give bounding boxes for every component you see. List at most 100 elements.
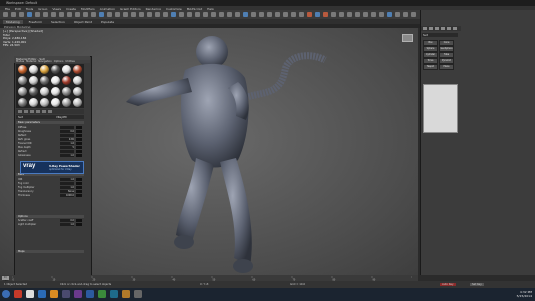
ribbon-tab[interactable]: Populate (98, 20, 117, 24)
taskbar-app-icon-3[interactable] (38, 290, 46, 298)
toolbar-button-icon[interactable] (139, 12, 144, 17)
map-slot-button[interactable] (76, 182, 82, 185)
map-slot-button[interactable] (76, 194, 82, 197)
coordinate-display[interactable]: X: Y: Z: (200, 283, 209, 286)
toolbar-button-icon[interactable] (11, 12, 16, 17)
toolbar-button-icon[interactable] (19, 12, 24, 17)
taskbar-app-icon-5[interactable] (62, 290, 70, 298)
toolbar-button-icon[interactable] (379, 12, 384, 17)
object-type-button[interactable]: Plane (439, 64, 454, 70)
ribbon-tab[interactable]: Selection (48, 20, 68, 24)
toolbar-button-icon[interactable] (307, 12, 312, 17)
sample-slot[interactable] (29, 87, 38, 96)
toolbar-button-icon[interactable] (387, 12, 392, 17)
toolbar-button-icon[interactable] (347, 12, 352, 17)
sample-slot[interactable] (18, 65, 27, 74)
toolbar-button-icon[interactable] (219, 12, 224, 17)
toolbar-button-icon[interactable] (43, 12, 48, 17)
parameter-value[interactable]: 1.6 (60, 178, 74, 181)
map-slot-button[interactable] (76, 219, 82, 222)
toolbar-button-icon[interactable] (291, 12, 296, 17)
parameter-value[interactable] (60, 150, 74, 153)
map-slot-button[interactable] (76, 154, 82, 157)
taskbar-app-icon-6[interactable] (74, 290, 82, 298)
toolbar-button-icon[interactable] (315, 12, 320, 17)
toolbar-button-icon[interactable] (395, 12, 400, 17)
toolbar-button-icon[interactable] (411, 12, 416, 17)
taskbar-app-icon-8[interactable] (98, 290, 106, 298)
parameter-value[interactable]: 0.0 (60, 219, 74, 222)
parameter-value[interactable]: 1.6 (60, 142, 74, 145)
sample-slot[interactable] (18, 76, 27, 85)
start-button-icon[interactable] (2, 290, 10, 298)
parameter-value[interactable]: 5 (60, 146, 74, 149)
parameter-value[interactable] (60, 134, 74, 137)
map-slot-button[interactable] (76, 146, 82, 149)
sample-slot[interactable] (29, 98, 38, 107)
display-tab-icon[interactable] (447, 27, 451, 30)
rollout-header[interactable]: Maps (16, 250, 84, 253)
map-slot-button[interactable] (76, 190, 82, 193)
sample-slot[interactable] (62, 98, 71, 107)
taskbar-app-icon-2[interactable] (26, 290, 34, 298)
viewcube-icon[interactable] (402, 34, 413, 42)
toolbar-button-icon[interactable] (3, 12, 8, 17)
parameter-value[interactable]: 1.0 (60, 154, 74, 157)
toolbar-button-icon[interactable] (51, 12, 56, 17)
sample-slot[interactable] (29, 76, 38, 85)
toolbar-button-icon[interactable] (235, 12, 240, 17)
material-editor-menu-item[interactable]: Material (26, 60, 36, 63)
toolbar-button-icon[interactable] (99, 12, 104, 17)
utilities-tab-icon[interactable] (453, 27, 457, 30)
toolbar-button-icon[interactable] (227, 12, 232, 17)
toolbar-button-icon[interactable] (363, 12, 368, 17)
sample-slot[interactable] (73, 98, 82, 107)
toolbar-button-icon[interactable] (355, 12, 360, 17)
time-slider-handle[interactable]: 0 / 100 (2, 276, 9, 283)
create-tab-icon[interactable] (423, 27, 427, 30)
map-slot-button[interactable] (76, 130, 82, 133)
sample-slot[interactable] (40, 87, 49, 96)
map-slot-button[interactable] (76, 142, 82, 145)
taskbar-app-icon-11[interactable] (134, 290, 142, 298)
sample-slot[interactable] (29, 65, 38, 74)
sample-slot[interactable] (73, 65, 82, 74)
material-name-field[interactable]: Suit (18, 116, 23, 119)
sample-slot[interactable] (40, 76, 49, 85)
toolbar-button-icon[interactable] (203, 12, 208, 17)
toolbar-button-icon[interactable] (371, 12, 376, 17)
modify-tab-icon[interactable] (429, 27, 433, 30)
toolbar-button-icon[interactable] (107, 12, 112, 17)
sample-slot[interactable] (62, 65, 71, 74)
sample-slot[interactable] (18, 87, 27, 96)
sample-slot[interactable] (73, 76, 82, 85)
taskbar-app-icon-4[interactable] (50, 290, 58, 298)
toolbar-button-icon[interactable] (147, 12, 152, 17)
toolbar-button-icon[interactable] (171, 12, 176, 17)
toolbar-button-icon[interactable] (243, 12, 248, 17)
parameter-value[interactable]: 1000.0 (60, 194, 74, 197)
auto-key-button[interactable]: Auto Key (440, 282, 456, 286)
taskbar-app-icon-9[interactable] (110, 290, 118, 298)
map-slot-button[interactable] (76, 223, 82, 226)
map-slot-button[interactable] (76, 138, 82, 141)
sample-slot[interactable] (40, 65, 49, 74)
map-slot-button[interactable] (76, 178, 82, 181)
taskbar-app-icon-7[interactable] (86, 290, 94, 298)
toolbar-button-icon[interactable] (163, 12, 168, 17)
toolbar-button-icon[interactable] (299, 12, 304, 17)
toolbar-button-icon[interactable] (27, 12, 32, 17)
material-editor-menu-item[interactable]: Modes (16, 60, 24, 63)
rollout-header[interactable]: Options (16, 215, 84, 218)
map-slot-button[interactable] (76, 126, 82, 129)
put-to-scene-icon[interactable] (24, 110, 28, 113)
toolbar-button-icon[interactable] (115, 12, 120, 17)
ribbon-tab[interactable]: Freeform (26, 20, 45, 24)
sample-slot[interactable] (62, 87, 71, 96)
set-key-button[interactable]: Set Key (470, 282, 484, 286)
toolbar-button-icon[interactable] (91, 12, 96, 17)
map-slot-button[interactable] (76, 186, 82, 189)
map-slot-button[interactable] (76, 150, 82, 153)
toolbar-button-icon[interactable] (83, 12, 88, 17)
astronaut-model[interactable] (120, 30, 335, 275)
